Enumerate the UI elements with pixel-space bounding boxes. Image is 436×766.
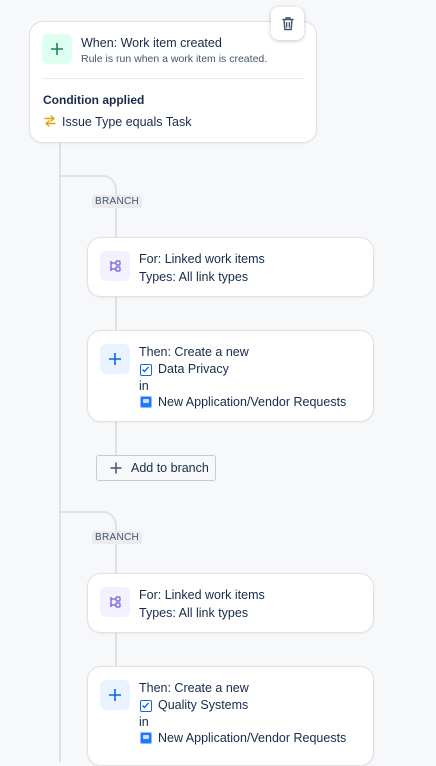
branch-1-for-title: For: Linked work items [139, 252, 265, 266]
branch-2-action-title: Then: Create a new [139, 681, 249, 695]
trigger-subtitle: Rule is run when a work item is created. [81, 53, 268, 65]
trash-icon [282, 17, 293, 31]
branch-tag-2: BRANCH [92, 531, 143, 544]
main-connector-line [59, 142, 61, 762]
delete-button[interactable] [271, 7, 304, 40]
branch-tag-1: BRANCH [92, 195, 143, 208]
swap-arrows-icon [43, 114, 57, 133]
project-icon [140, 732, 152, 744]
plus-icon [110, 462, 122, 474]
branch-2-work-type: Quality Systems [158, 698, 249, 712]
trigger-card[interactable]: When: Work item created Rule is run when… [29, 21, 317, 143]
branch-2-for-title: For: Linked work items [139, 588, 265, 602]
project-icon [140, 396, 152, 408]
branch-1-work-type: Data Privacy [158, 362, 229, 376]
branch-1-project: New Application/Vendor Requests [158, 395, 347, 409]
branch-1-in-label: in [139, 379, 149, 393]
checkbox-icon [140, 700, 152, 712]
branch-1-action-card[interactable]: Then: Create a new Data Privacy in New A… [87, 330, 374, 422]
trigger-title: When: Work item created [81, 36, 222, 50]
branch-2-action-card[interactable]: Then: Create a new Quality Systems in Ne… [87, 666, 374, 766]
plus-icon [109, 689, 121, 701]
branch-1-action-icon-box [100, 344, 130, 374]
checkbox-icon [140, 364, 152, 376]
branch-connector-2 [59, 511, 117, 533]
plus-icon [51, 43, 63, 55]
branch-1-for-icon-box [100, 251, 130, 281]
branch-1-for-card[interactable]: For: Linked work items Types: All link t… [87, 237, 374, 297]
branch-2-for-subtitle: Types: All link types [139, 606, 249, 620]
condition-heading: Condition applied [43, 93, 145, 107]
branch-1-action-title: Then: Create a new [139, 345, 249, 359]
trigger-icon-box [42, 34, 72, 64]
add-to-branch-label: Add to branch [131, 461, 209, 475]
branch-2-for-icon-box [100, 587, 130, 617]
branch-1-for-subtitle: Types: All link types [139, 270, 249, 284]
condition-text: Issue Type equals Task [62, 115, 192, 129]
branch-2-in-label: in [139, 715, 149, 729]
branch-connector-1 [59, 175, 117, 197]
branch-icon [110, 596, 121, 608]
trigger-divider [42, 78, 304, 79]
add-to-branch-button[interactable]: Add to branch [96, 455, 216, 481]
branch-2-for-card[interactable]: For: Linked work items Types: All link t… [87, 573, 374, 633]
branch-2-action-icon-box [100, 680, 130, 710]
branch-2-project: New Application/Vendor Requests [158, 731, 347, 745]
branch-icon [110, 260, 121, 272]
plus-icon [109, 353, 121, 365]
